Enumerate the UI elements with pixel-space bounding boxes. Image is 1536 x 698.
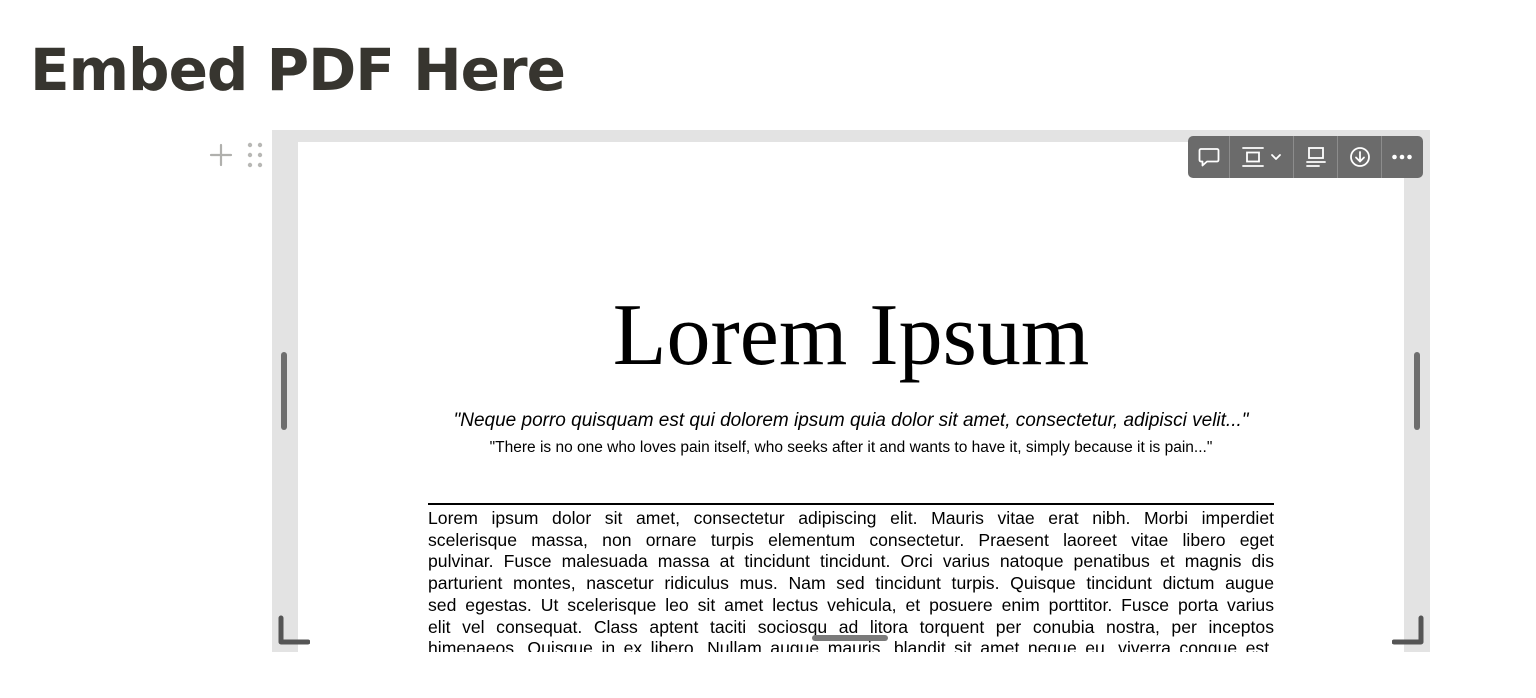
download-button[interactable] [1338, 136, 1382, 178]
download-icon [1349, 147, 1370, 167]
more-icon [1392, 154, 1412, 160]
plus-icon[interactable] [207, 141, 235, 169]
pdf-divider [428, 503, 1274, 505]
resize-handle-bottom[interactable] [812, 635, 888, 641]
pdf-subquote: "There is no one who loves pain itself, … [489, 439, 1213, 456]
resize-corner-bottom-right[interactable] [1392, 614, 1426, 648]
align-dropdown-button[interactable] [1230, 136, 1294, 178]
align-icon [1242, 147, 1264, 167]
pdf-body-line: pulvinar. Fusce malesuada massa at tinci… [428, 551, 1274, 572]
pdf-body-line: parturient montes, nascetur ridiculus mu… [428, 573, 1274, 594]
resize-handle-right[interactable] [1414, 352, 1420, 430]
pdf-body-line: scelerisque massa, non ornare turpis ele… [428, 529, 1274, 550]
more-button[interactable] [1382, 136, 1422, 178]
drag-handle-icon[interactable] [244, 141, 266, 169]
caption-button[interactable] [1294, 136, 1338, 178]
block-handle [204, 140, 266, 170]
comment-icon [1198, 148, 1219, 167]
pdf-title: Lorem Ipsum [612, 287, 1090, 384]
resize-corner-bottom-left[interactable] [276, 614, 310, 648]
caption-icon [1305, 147, 1326, 167]
pdf-quote: "Neque porro quisquam est qui dolorem ip… [453, 410, 1249, 431]
pdf-embed[interactable]: Lorem Ipsum "Neque porro quisquam est qu… [272, 130, 1430, 652]
pdf-body: Lorem ipsum dolor sit amet, consectetur … [428, 508, 1274, 652]
pdf-page: Lorem Ipsum "Neque porro quisquam est qu… [298, 142, 1404, 652]
comment-button[interactable] [1188, 136, 1230, 178]
page-title: Embed PDF Here [30, 36, 566, 104]
chevron-down-icon [1271, 154, 1281, 160]
resize-handle-left[interactable] [281, 352, 287, 430]
embed-toolbar [1188, 136, 1423, 178]
page: Embed PDF Here Lorem Ipsum "Neque porro … [0, 0, 1536, 698]
pdf-body-line: sed egestas. Ut scelerisque leo sit amet… [428, 594, 1274, 615]
pdf-body-line: Lorem ipsum dolor sit amet, consectetur … [428, 508, 1274, 528]
